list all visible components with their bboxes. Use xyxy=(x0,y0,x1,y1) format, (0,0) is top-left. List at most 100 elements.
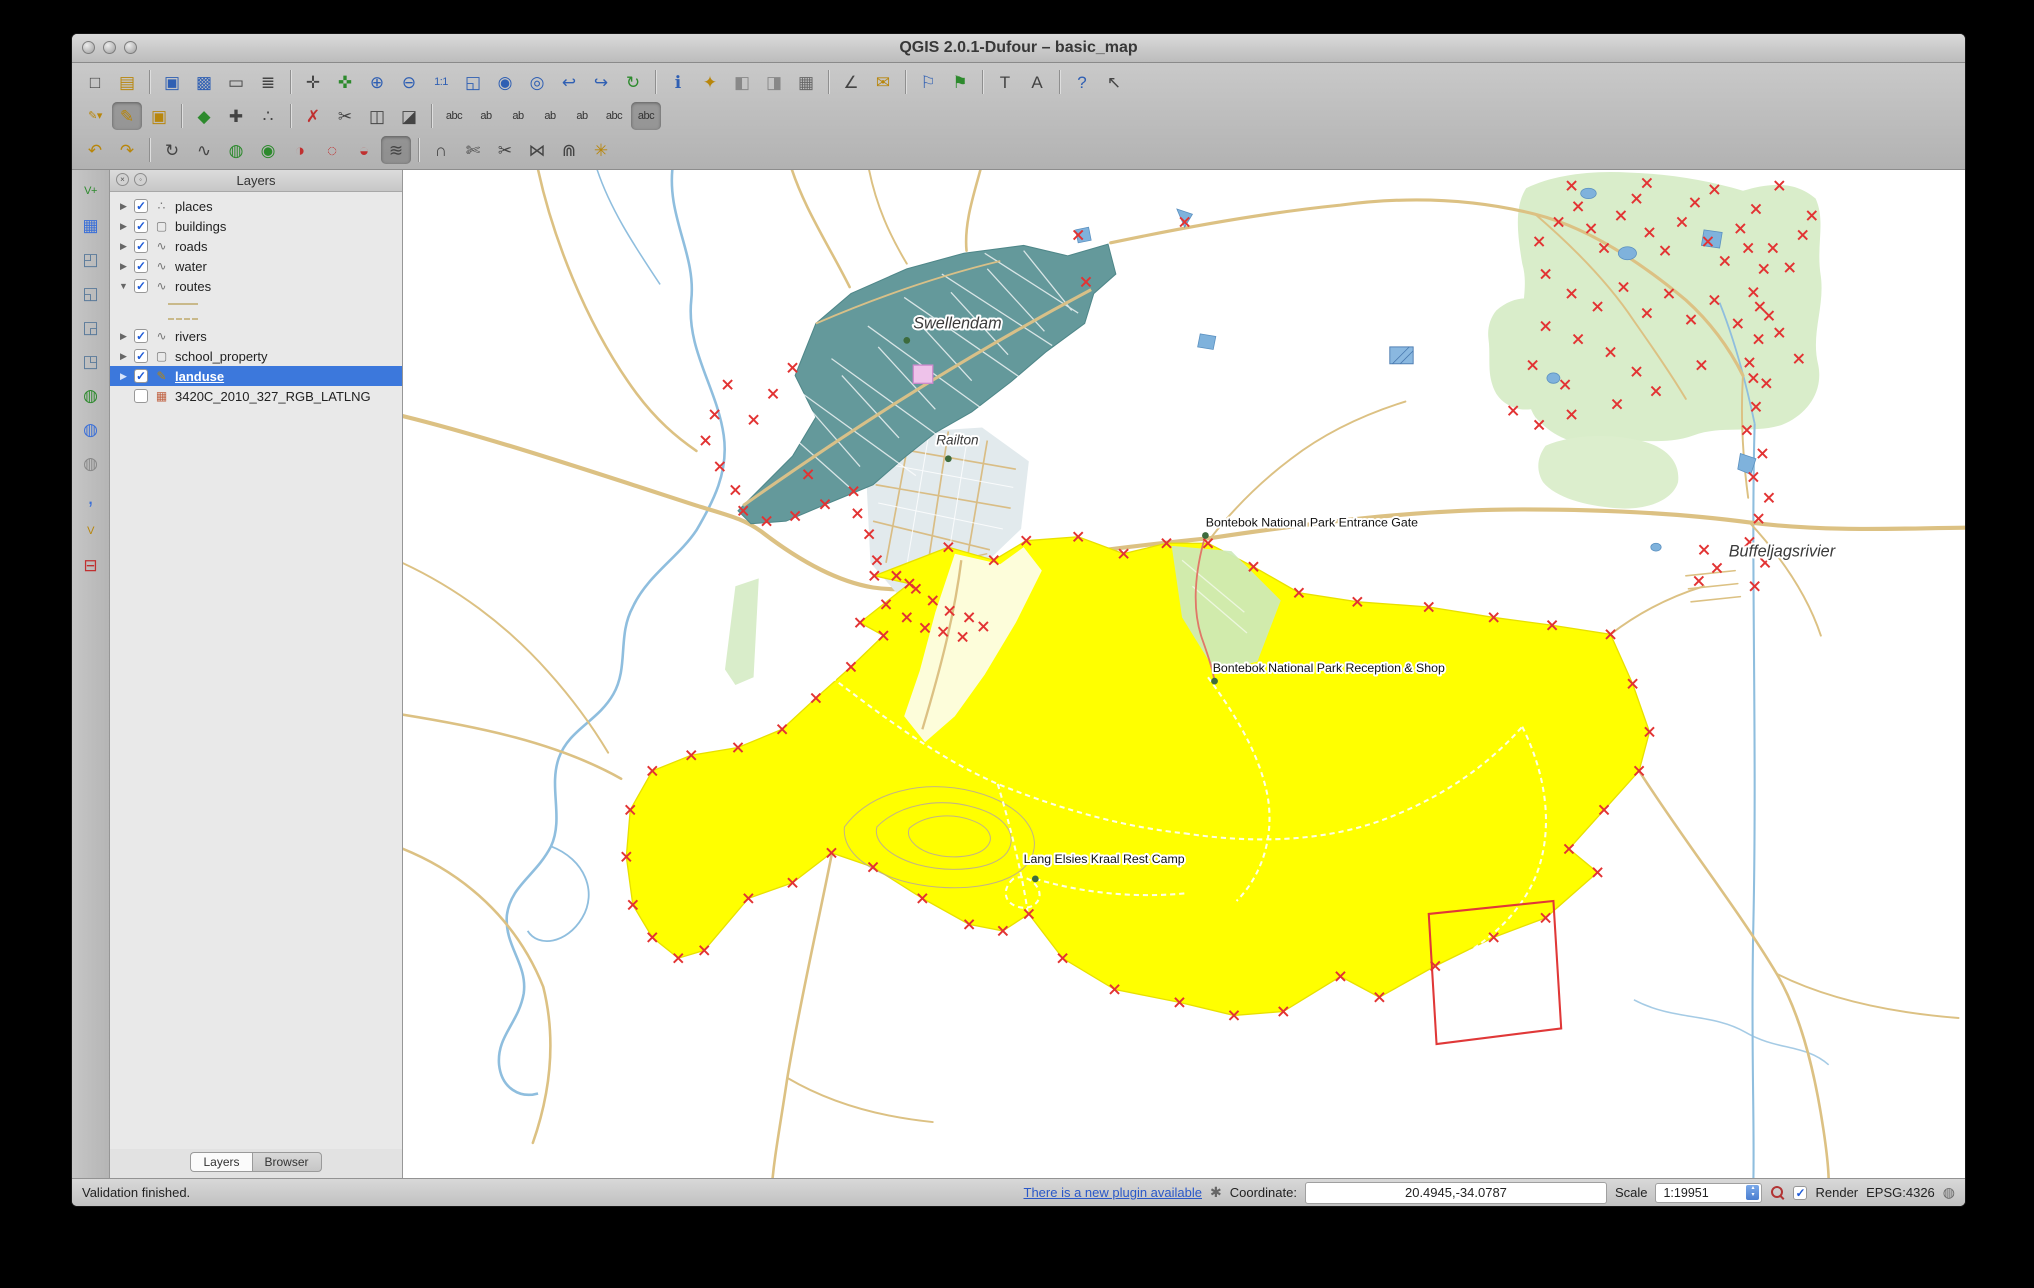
zoom-full-button[interactable]: ◱ xyxy=(458,68,488,96)
layer-item-rivers[interactable]: ▶ ✓ ∿ rivers xyxy=(110,326,402,346)
refresh-map-button[interactable]: ↻ xyxy=(618,68,648,96)
add-part-button[interactable]: ◉ xyxy=(253,136,283,164)
pan-map-button[interactable]: ✛ xyxy=(298,68,328,96)
add-spatialite-layer-button[interactable]: ◱ xyxy=(76,278,106,308)
zoom-in-button[interactable]: ⊕ xyxy=(362,68,392,96)
composer-manager-button[interactable]: ≣ xyxy=(253,68,283,96)
layer-item-places[interactable]: ▶ ✓ ∴ places xyxy=(110,196,402,216)
save-project-button[interactable]: ▣ xyxy=(157,68,187,96)
zoom-next-button[interactable]: ↪ xyxy=(586,68,616,96)
layer-checkbox[interactable]: ✓ xyxy=(134,199,148,213)
add-delimited-text-layer-button[interactable]: , xyxy=(76,482,106,512)
simplify-feature-button[interactable]: ∿ xyxy=(189,136,219,164)
layer-item-buildings[interactable]: ▶ ✓ ▢ buildings xyxy=(110,216,402,236)
layer-checkbox[interactable]: ✓ xyxy=(134,279,148,293)
delete-part-button[interactable]: ◒ xyxy=(349,136,379,164)
toggle-editing-button[interactable]: ✎ xyxy=(112,102,142,130)
expander-icon[interactable]: ▶ xyxy=(118,371,129,382)
add-oracle-layer-button[interactable]: ◳ xyxy=(76,346,106,376)
whats-this-button[interactable]: ↖ xyxy=(1099,68,1129,96)
layer-item-routes[interactable]: ▼ ✓ ∿ routes xyxy=(110,276,402,296)
layer-checkbox[interactable]: ✓ xyxy=(134,259,148,273)
cut-features-button[interactable]: ✂ xyxy=(330,102,360,130)
measure-line-button[interactable]: ∠ xyxy=(836,68,866,96)
label-move-button[interactable]: ab xyxy=(471,102,501,130)
expander-icon[interactable]: ▶ xyxy=(118,261,129,272)
current-edits-button[interactable]: ✎▾ xyxy=(80,102,110,130)
render-checkbox[interactable]: ✓ xyxy=(1793,1185,1808,1200)
zoom-to-layer-button[interactable]: ◎ xyxy=(522,68,552,96)
label-highlight-button[interactable]: abc xyxy=(599,102,629,130)
crs-icon[interactable]: ◍ xyxy=(1943,1184,1955,1201)
map-area[interactable]: Swellendam Railton Buffeljagsrivier Bontebo… xyxy=(403,170,1965,1178)
layer-checkbox[interactable]: ✓ xyxy=(134,239,148,253)
rotate-point-symbols-button[interactable]: ✳ xyxy=(586,136,616,164)
layer-item-water[interactable]: ▶ ✓ ∿ water xyxy=(110,256,402,276)
minimize-button[interactable] xyxy=(103,41,116,54)
layer-labeling-options-button[interactable]: abc xyxy=(439,102,469,130)
add-postgis-layer-button[interactable]: ◰ xyxy=(76,244,106,274)
new-bookmark-button[interactable]: ⚑ xyxy=(945,68,975,96)
open-project-button[interactable]: ▤ xyxy=(112,68,142,96)
paste-features-button[interactable]: ◪ xyxy=(394,102,424,130)
label-properties-button[interactable]: abc xyxy=(631,102,661,130)
undo-button[interactable]: ↶ xyxy=(80,136,110,164)
map-canvas[interactable]: Swellendam Railton Buffeljagsrivier Bontebo… xyxy=(403,170,1965,1178)
expander-icon[interactable]: ▶ xyxy=(118,201,129,212)
run-feature-action-button[interactable]: ✦ xyxy=(695,68,725,96)
layer-item-roads[interactable]: ▶ ✓ ∿ roads xyxy=(110,236,402,256)
label-show-hide-button[interactable]: ab xyxy=(567,102,597,130)
expander-icon[interactable]: ▶ xyxy=(118,351,129,362)
expander-icon[interactable]: ▶ xyxy=(118,241,129,252)
help-button[interactable]: ? xyxy=(1067,68,1097,96)
save-layer-edits-button[interactable]: ▣ xyxy=(144,102,174,130)
add-vector-layer-button[interactable]: V+ xyxy=(76,176,106,206)
split-parts-button[interactable]: ✄ xyxy=(458,136,488,164)
move-feature-button[interactable]: ✚ xyxy=(221,102,251,130)
add-wms-layer-button[interactable]: ◍ xyxy=(76,380,106,410)
offset-curve-button[interactable]: ≋ xyxy=(381,136,411,164)
tab-layers[interactable]: Layers xyxy=(190,1152,252,1172)
magnifier-icon[interactable] xyxy=(1770,1185,1785,1200)
text-annotation-button[interactable]: T xyxy=(990,68,1020,96)
plugin-icon[interactable]: ✱ xyxy=(1210,1184,1222,1201)
zoom-out-button[interactable]: ⊖ xyxy=(394,68,424,96)
deselect-features-button[interactable]: ◨ xyxy=(759,68,789,96)
layer-checkbox[interactable]: ✓ xyxy=(134,329,148,343)
panel-close-icon[interactable]: × xyxy=(116,173,129,186)
merge-attributes-button[interactable]: ⋒ xyxy=(554,136,584,164)
zoom-last-button[interactable]: ↩ xyxy=(554,68,584,96)
annotation-button[interactable]: A xyxy=(1022,68,1052,96)
zoom-to-selection-button[interactable]: ◉ xyxy=(490,68,520,96)
add-wfs-layer-button[interactable]: ◍ xyxy=(76,448,106,478)
add-mssql-layer-button[interactable]: ◲ xyxy=(76,312,106,342)
remove-layer-button[interactable]: ⊟ xyxy=(76,550,106,580)
new-print-composer-button[interactable]: ▭ xyxy=(221,68,251,96)
reshape-features-button[interactable]: ∩ xyxy=(426,136,456,164)
plugin-link[interactable]: There is a new plugin available xyxy=(1024,1185,1203,1200)
add-ring-button[interactable]: ◍ xyxy=(221,136,251,164)
redo-button[interactable]: ↷ xyxy=(112,136,142,164)
zoom-native-button[interactable]: 1:1 xyxy=(426,68,456,96)
save-project-as-button[interactable]: ▩ xyxy=(189,68,219,96)
fill-ring-button[interactable]: ◑ xyxy=(285,136,315,164)
add-raster-layer-button[interactable]: ▦ xyxy=(76,210,106,240)
layer-checkbox[interactable]: ✓ xyxy=(134,219,148,233)
scale-combo[interactable]: 1:19951 ▴ ▾ xyxy=(1655,1182,1763,1203)
layer-item-3420C_2010_327_RGB_LATLNG[interactable]: ▦ 3420C_2010_327_RGB_LATLNG xyxy=(110,386,402,406)
zoom-button[interactable] xyxy=(124,41,137,54)
add-wcs-layer-button[interactable]: ◍ xyxy=(76,414,106,444)
merge-features-button[interactable]: ⋈ xyxy=(522,136,552,164)
rotate-feature-button[interactable]: ↻ xyxy=(157,136,187,164)
delete-ring-button[interactable]: ◌ xyxy=(317,136,347,164)
open-attribute-table-button[interactable]: ▦ xyxy=(791,68,821,96)
layer-checkbox[interactable]: ✓ xyxy=(134,369,148,383)
new-shapefile-layer-button[interactable]: V xyxy=(76,516,106,546)
new-project-button[interactable]: □ xyxy=(80,68,110,96)
layer-item-school_property[interactable]: ▶ ✓ ▢ school_property xyxy=(110,346,402,366)
expander-icon[interactable]: ▼ xyxy=(118,281,129,291)
select-features-button[interactable]: ◧ xyxy=(727,68,757,96)
add-feature-button[interactable]: ◆ xyxy=(189,102,219,130)
label-rotate-button[interactable]: ab xyxy=(503,102,533,130)
label-pin-button[interactable]: ab xyxy=(535,102,565,130)
